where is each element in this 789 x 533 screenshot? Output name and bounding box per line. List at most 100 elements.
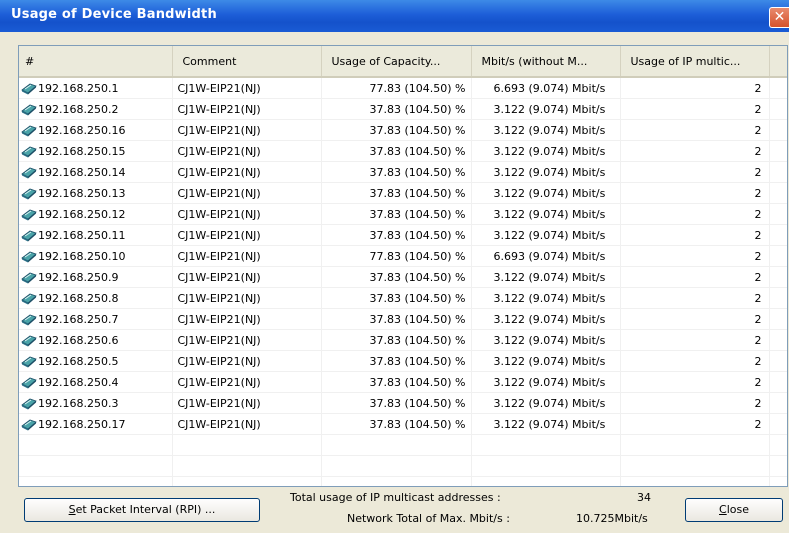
table-row[interactable]: 192.168.250.12 CJ1W-EIP21(NJ) 37.83 (104.5…: [19, 203, 787, 225]
cell-ip: 192.168.250.13: [19, 182, 173, 204]
device-icon: [21, 270, 37, 284]
empty-cell: [769, 455, 787, 477]
cell-filler: [769, 119, 787, 141]
cell-multicast: 2: [620, 182, 770, 204]
cell-ip: 192.168.250.6: [19, 329, 173, 351]
cell-capacity: 37.83 (104.50) %: [321, 371, 472, 393]
cell-mbits: 3.122 (9.074) Mbit/s: [471, 413, 621, 435]
cell-mbits: 3.122 (9.074) Mbit/s: [471, 392, 621, 414]
cell-ip: 192.168.250.5: [19, 350, 173, 372]
cell-ip: 192.168.250.11: [19, 224, 173, 246]
column-header-number[interactable]: #: [19, 46, 173, 78]
cell-comment: CJ1W-EIP21(NJ): [172, 203, 322, 225]
device-icon: [21, 186, 37, 200]
cell-multicast: 2: [620, 161, 770, 183]
cell-filler: [769, 98, 787, 120]
cell-multicast: 2: [620, 308, 770, 330]
cell-capacity: 77.83 (104.50) %: [321, 77, 472, 99]
cell-mbits: 3.122 (9.074) Mbit/s: [471, 203, 621, 225]
cell-multicast: 2: [620, 140, 770, 162]
column-header-capacity[interactable]: Usage of Capacity...: [321, 46, 472, 78]
empty-cell: [471, 476, 621, 486]
cell-filler: [769, 329, 787, 351]
empty-cell: [769, 476, 787, 486]
cell-comment: CJ1W-EIP21(NJ): [172, 392, 322, 414]
device-ip: 192.168.250.16: [38, 124, 126, 137]
cell-filler: [769, 161, 787, 183]
cell-multicast: 2: [620, 245, 770, 267]
close-button[interactable]: Close: [685, 498, 783, 522]
bandwidth-dialog: Usage of Device Bandwidth ✕ # Comment Us…: [0, 0, 789, 533]
table-row[interactable]: 192.168.250.11 CJ1W-EIP21(NJ) 37.83 (104.5…: [19, 224, 787, 246]
cell-multicast: 2: [620, 98, 770, 120]
cell-filler: [769, 224, 787, 246]
cell-comment: CJ1W-EIP21(NJ): [172, 287, 322, 309]
device-icon: [21, 375, 37, 389]
device-ip: 192.168.250.7: [38, 313, 119, 326]
cell-ip: 192.168.250.10: [19, 245, 173, 267]
table-row[interactable]: 192.168.250.13 CJ1W-EIP21(NJ) 37.83 (104.5…: [19, 182, 787, 204]
column-header-mbits[interactable]: Mbit/s (without M...: [471, 46, 621, 78]
cell-mbits: 3.122 (9.074) Mbit/s: [471, 119, 621, 141]
table-row[interactable]: 192.168.250.15 CJ1W-EIP21(NJ) 37.83 (104.5…: [19, 140, 787, 162]
table-row[interactable]: 192.168.250.17 CJ1W-EIP21(NJ) 37.83 (104.5…: [19, 413, 787, 435]
cell-multicast: 2: [620, 203, 770, 225]
cell-multicast: 2: [620, 392, 770, 414]
cell-filler: [769, 350, 787, 372]
window-close-button[interactable]: ✕: [769, 7, 789, 28]
cell-multicast: 2: [620, 287, 770, 309]
device-bandwidth-list[interactable]: # Comment Usage of Capacity... Mbit/s (w…: [18, 45, 788, 487]
table-row[interactable]: 192.168.250.9 CJ1W-EIP21(NJ) 37.83 (104.50…: [19, 266, 787, 288]
cell-comment: CJ1W-EIP21(NJ): [172, 182, 322, 204]
empty-cell: [172, 455, 322, 477]
device-ip: 192.168.250.11: [38, 229, 126, 242]
table-row[interactable]: 192.168.250.5 CJ1W-EIP21(NJ) 37.83 (104.50…: [19, 350, 787, 372]
device-icon: [21, 417, 37, 431]
cell-filler: [769, 245, 787, 267]
set-packet-interval-button[interactable]: Set Packet Interval (RPI) ...: [24, 498, 260, 522]
title-bar[interactable]: Usage of Device Bandwidth ✕: [0, 0, 789, 32]
cell-ip: 192.168.250.15: [19, 140, 173, 162]
column-header-multicast[interactable]: Usage of IP multic...: [620, 46, 770, 78]
cell-mbits: 3.122 (9.074) Mbit/s: [471, 371, 621, 393]
cell-comment: CJ1W-EIP21(NJ): [172, 161, 322, 183]
cell-capacity: 37.83 (104.50) %: [321, 266, 472, 288]
cell-ip: 192.168.250.8: [19, 287, 173, 309]
device-ip: 192.168.250.1: [38, 82, 119, 95]
cell-capacity: 37.83 (104.50) %: [321, 161, 472, 183]
network-total-label: Network Total of Max. Mbit/s :: [347, 512, 510, 525]
rpi-button-label: et Packet Interval (RPI) ...: [75, 503, 216, 516]
device-icon: [21, 312, 37, 326]
empty-cell: [620, 476, 770, 486]
device-icon: [21, 228, 37, 242]
device-ip: 192.168.250.12: [38, 208, 126, 221]
device-ip: 192.168.250.17: [38, 418, 126, 431]
cell-capacity: 37.83 (104.50) %: [321, 182, 472, 204]
table-row[interactable]: 192.168.250.2 CJ1W-EIP21(NJ) 37.83 (104.50…: [19, 98, 787, 120]
table-row[interactable]: 192.168.250.6 CJ1W-EIP21(NJ) 37.83 (104.50…: [19, 329, 787, 351]
cell-mbits: 3.122 (9.074) Mbit/s: [471, 329, 621, 351]
table-row[interactable]: 192.168.250.14 CJ1W-EIP21(NJ) 37.83 (104.5…: [19, 161, 787, 183]
column-header-comment[interactable]: Comment: [172, 46, 322, 78]
cell-capacity: 37.83 (104.50) %: [321, 308, 472, 330]
cell-comment: CJ1W-EIP21(NJ): [172, 224, 322, 246]
cell-ip: 192.168.250.3: [19, 392, 173, 414]
empty-cell: [19, 434, 173, 456]
table-row[interactable]: 192.168.250.16 CJ1W-EIP21(NJ) 37.83 (104.5…: [19, 119, 787, 141]
device-icon: [21, 81, 37, 95]
cell-ip: 192.168.250.9: [19, 266, 173, 288]
table-row[interactable]: 192.168.250.1 CJ1W-EIP21(NJ) 77.83 (104.50…: [19, 77, 787, 99]
table-row[interactable]: 192.168.250.8 CJ1W-EIP21(NJ) 37.83 (104.50…: [19, 287, 787, 309]
table-row[interactable]: 192.168.250.3 CJ1W-EIP21(NJ) 37.83 (104.50…: [19, 392, 787, 414]
cell-comment: CJ1W-EIP21(NJ): [172, 413, 322, 435]
cell-mbits: 3.122 (9.074) Mbit/s: [471, 224, 621, 246]
cell-capacity: 37.83 (104.50) %: [321, 392, 472, 414]
cell-ip: 192.168.250.2: [19, 98, 173, 120]
cell-comment: CJ1W-EIP21(NJ): [172, 119, 322, 141]
device-icon: [21, 102, 37, 116]
table-row[interactable]: 192.168.250.10 CJ1W-EIP21(NJ) 77.83 (104.5…: [19, 245, 787, 267]
empty-cell: [19, 476, 173, 486]
table-row[interactable]: 192.168.250.7 CJ1W-EIP21(NJ) 37.83 (104.50…: [19, 308, 787, 330]
table-row[interactable]: 192.168.250.4 CJ1W-EIP21(NJ) 37.83 (104.50…: [19, 371, 787, 393]
device-ip: 192.168.250.14: [38, 166, 126, 179]
